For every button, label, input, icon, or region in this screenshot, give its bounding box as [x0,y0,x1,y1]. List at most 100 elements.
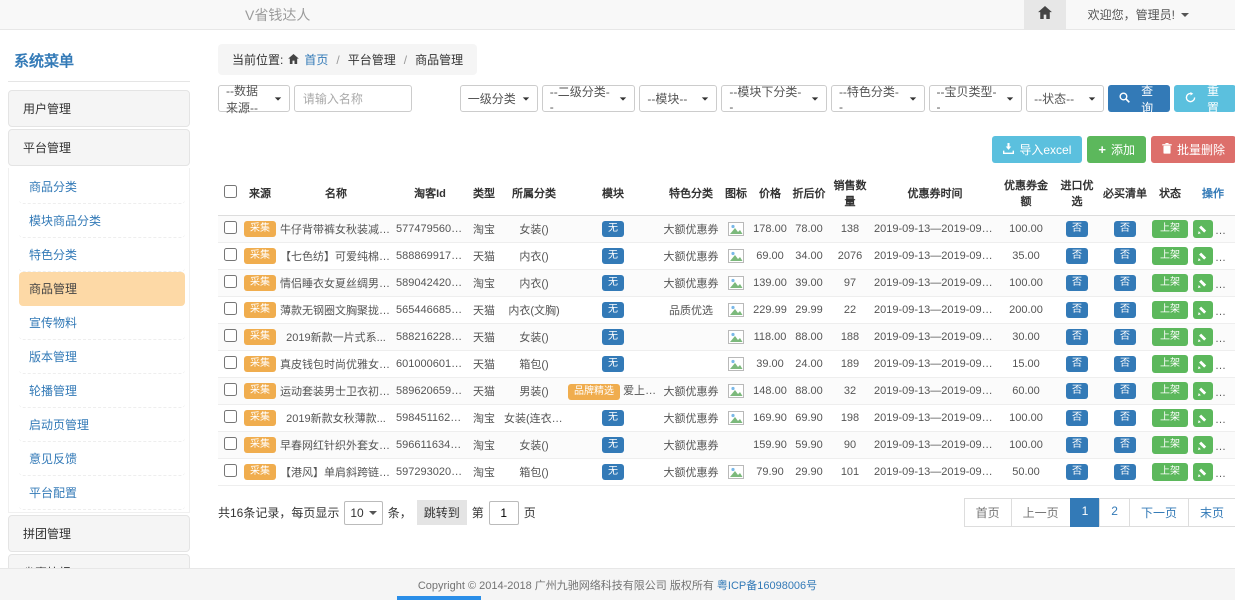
filter-select[interactable]: --状态-- [1026,85,1104,112]
page-number-input[interactable] [489,501,519,525]
sidebar-sub-item[interactable]: 启动页管理 [19,408,185,442]
filter-select[interactable]: 一级分类 [460,85,538,112]
sidebar-sub-item[interactable]: 轮播管理 [19,374,185,408]
home-button[interactable] [1024,0,1066,29]
select-all-checkbox[interactable] [224,185,237,198]
edit-button[interactable] [1193,463,1213,481]
name-search-input[interactable] [294,85,412,112]
add-button[interactable]: + 添加 [1087,136,1146,163]
status-badge[interactable]: 上架 [1152,382,1188,400]
page-button[interactable]: 下一页 [1129,498,1189,527]
data-source-select[interactable]: --数据来源-- [218,85,290,112]
filter-select[interactable]: --模块-- [639,85,717,112]
product-image-icon [728,357,744,371]
must-buy-badge[interactable]: 否 [1114,437,1136,453]
column-header: 特色分类 [660,171,722,216]
horizontal-scrollbar-thumb[interactable] [397,596,481,600]
edit-button[interactable] [1193,274,1213,292]
edit-button[interactable] [1193,328,1213,346]
batch-delete-button[interactable]: 批量删除 [1151,136,1235,163]
status-badge[interactable]: 上架 [1152,463,1188,481]
must-buy-badge[interactable]: 否 [1114,383,1136,399]
page-button[interactable]: 1 [1070,498,1101,527]
must-buy-badge[interactable]: 否 [1114,248,1136,264]
filter-select-value: --宝贝类型-- [937,83,1001,114]
status-badge[interactable]: 上架 [1152,247,1188,265]
search-button[interactable]: 查询 [1108,85,1170,112]
import-select-badge[interactable]: 否 [1066,221,1088,237]
filter-select[interactable]: --特色分类-- [831,85,925,112]
must-buy-badge[interactable]: 否 [1114,275,1136,291]
must-buy-badge[interactable]: 否 [1114,302,1136,318]
status-badge[interactable]: 上架 [1152,409,1188,427]
row-checkbox[interactable] [224,437,237,450]
user-menu[interactable]: 欢迎您，管理员! [1066,6,1235,23]
filter-select[interactable]: --二级分类-- [542,85,636,112]
page-button[interactable]: 上一页 [1011,498,1071,527]
icp-link[interactable]: 粤ICP备16098006号 [717,577,817,593]
row-checkbox[interactable] [224,248,237,261]
sidebar-sub-item[interactable]: 商品分类 [19,170,185,204]
row-checkbox[interactable] [224,356,237,369]
import-select-badge[interactable]: 否 [1066,437,1088,453]
row-checkbox[interactable] [224,275,237,288]
reset-button[interactable]: 重置 [1174,85,1235,112]
sidebar-sub-item[interactable]: 意见反馈 [19,442,185,476]
row-checkbox[interactable] [224,302,237,315]
filter-select[interactable]: --模块下分类-- [721,85,827,112]
sidebar-group-item[interactable]: 平台管理 [8,129,190,166]
import-select-badge[interactable]: 否 [1066,302,1088,318]
must-buy-badge[interactable]: 否 [1114,329,1136,345]
row-checkbox[interactable] [224,410,237,423]
edit-button[interactable] [1193,355,1213,373]
status-badge[interactable]: 上架 [1152,436,1188,454]
row-checkbox[interactable] [224,383,237,396]
status-badge[interactable]: 上架 [1152,355,1188,373]
import-select-badge[interactable]: 否 [1066,275,1088,291]
import-select-badge[interactable]: 否 [1066,383,1088,399]
sidebar-group-item[interactable]: 拼团管理 [8,515,190,552]
page-button[interactable]: 末页 [1188,498,1235,527]
must-buy-badge[interactable]: 否 [1114,464,1136,480]
sidebar-group-item[interactable]: 用户管理 [8,90,190,127]
breadcrumb-home-link[interactable]: 首页 [304,51,328,68]
status-badge[interactable]: 上架 [1152,220,1188,238]
status-badge[interactable]: 上架 [1152,328,1188,346]
sidebar-group-item[interactable]: 省惠快报 [8,554,190,568]
must-buy-badge[interactable]: 否 [1114,410,1136,426]
edit-button[interactable] [1193,409,1213,427]
row-checkbox[interactable] [224,329,237,342]
import-select-badge[interactable]: 否 [1066,410,1088,426]
sidebar-sub-item[interactable]: 模块商品分类 [19,204,185,238]
per-page-select[interactable]: 10 [344,501,382,525]
coupon-amount: 100.00 [998,270,1054,297]
edit-button[interactable] [1193,382,1213,400]
column-header: 模块 [566,171,660,216]
filter-select[interactable]: --宝贝类型-- [929,85,1023,112]
must-buy-badge[interactable]: 否 [1114,221,1136,237]
row-checkbox[interactable] [224,221,237,234]
must-buy-badge[interactable]: 否 [1114,356,1136,372]
sidebar-sub-item[interactable]: 版本管理 [19,340,185,374]
status-badge[interactable]: 上架 [1152,301,1188,319]
jump-button[interactable]: 跳转到 [417,500,467,525]
sidebar-sub-item[interactable]: 商品管理 [19,272,185,306]
sidebar-sub-item[interactable]: 特色分类 [19,238,185,272]
import-select-badge[interactable]: 否 [1066,356,1088,372]
edit-button[interactable] [1193,247,1213,265]
column-header: 优惠券金额 [998,171,1054,216]
page-button[interactable]: 2 [1099,498,1130,527]
import-select-badge[interactable]: 否 [1066,329,1088,345]
page-button[interactable]: 首页 [964,498,1012,527]
sidebar-sub-item[interactable]: 平台配置 [19,476,185,510]
row-checkbox[interactable] [224,464,237,477]
edit-button[interactable] [1193,301,1213,319]
edit-button[interactable] [1193,220,1213,238]
import-select-badge[interactable]: 否 [1066,248,1088,264]
edit-button[interactable] [1193,436,1213,454]
import-select-badge[interactable]: 否 [1066,464,1088,480]
import-excel-button[interactable]: 导入excel [992,136,1082,163]
sidebar-sub-item[interactable]: 宣传物料 [19,306,185,340]
status-badge[interactable]: 上架 [1152,274,1188,292]
product-name: 薄款无钢圈文胸聚拢性... [278,297,394,324]
